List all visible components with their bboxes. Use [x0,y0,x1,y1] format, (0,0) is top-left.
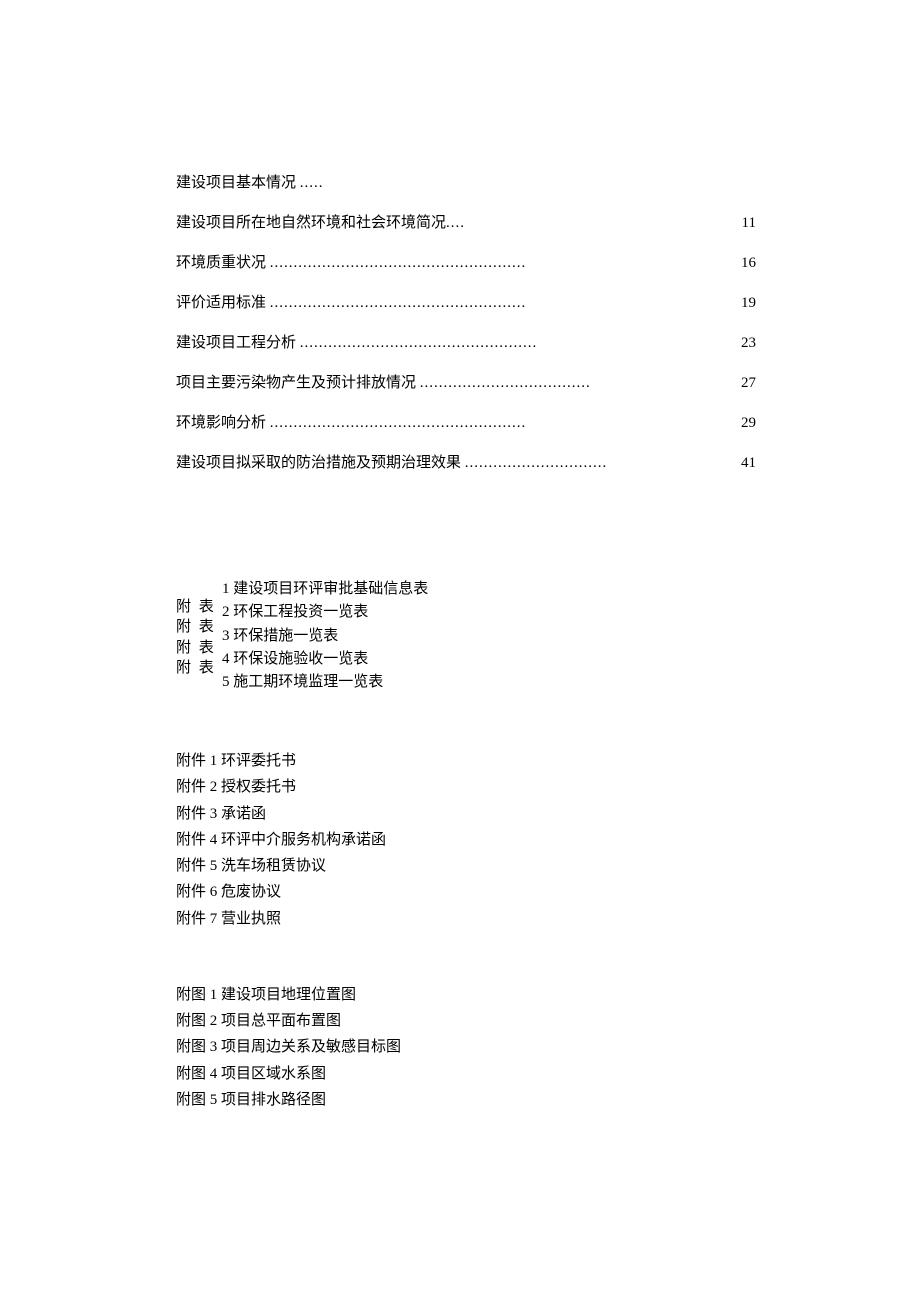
toc-dots: ..... [300,175,324,191]
appendix-table-item: 5 施工期环境监理一览表 [222,671,428,694]
figure-item: 附图 4 项目区域水系图 [176,1061,756,1087]
toc-title: 建设项目工程分析 [176,335,296,351]
toc-entry: 建设项目基本情况 ..... [176,173,756,194]
attachment-item: 附件 7 营业执照 [176,906,756,932]
toc-dots: .... [446,215,465,231]
toc-dots: ........................................… [300,335,538,351]
toc-page: 27 [737,373,756,394]
appendix-table-items: 1 建设项目环评审批基础信息表 2 环保工程投资一览表 3 环保措施一览表 4 … [222,578,428,694]
appendix-tables-section: 附 表 附 表 附 表 附 表 1 建设项目环评审批基础信息表 2 环保工程投资… [176,578,756,698]
toc-dots: .................................... [420,375,591,391]
toc-entry: 建设项目拟采取的防治措施及预期治理效果 ....................… [176,453,756,474]
toc-dots: ........................................… [270,415,527,431]
attachment-item: 附件 5 洗车场租赁协议 [176,853,756,879]
toc-title: 建设项目所在地自然环境和社会环境简况 [176,215,446,231]
figure-item: 附图 5 项目排水路径图 [176,1087,756,1113]
toc-page: 23 [737,333,756,354]
appendix-table-item: 4 环保设施验收一览表 [222,648,428,671]
toc-entry: 建设项目所在地自然环境和社会环境简况.... 11 [176,213,756,234]
attachments-section: 附件 1 环评委托书 附件 2 授权委托书 附件 3 承诺函 附件 4 环评中介… [176,748,756,932]
figure-item: 附图 3 项目周边关系及敏感目标图 [176,1034,756,1060]
appendix-table-item: 3 环保措施一览表 [222,625,428,648]
toc-entry: 建设项目工程分析 ...............................… [176,333,756,354]
appendix-table-label: 附 表 [176,638,216,658]
toc-entry: 环境质重状况 .................................… [176,253,756,274]
toc-title: 建设项目基本情况 [176,175,296,191]
toc-entry: 评价适用标准 .................................… [176,293,756,314]
appendix-table-item: 1 建设项目环评审批基础信息表 [222,578,428,601]
toc-page: 29 [737,413,756,434]
attachment-item: 附件 2 授权委托书 [176,774,756,800]
appendix-table-label: 附 表 [176,597,216,617]
toc-page: 11 [742,213,756,234]
appendix-table-label: 附 表 [176,617,216,637]
toc-page: 19 [737,293,756,314]
attachment-item: 附件 6 危废协议 [176,879,756,905]
toc-title: 评价适用标准 [176,295,266,311]
appendix-table-item: 2 环保工程投资一览表 [222,601,428,624]
toc-dots: .............................. [465,455,608,471]
figures-section: 附图 1 建设项目地理位置图 附图 2 项目总平面布置图 附图 3 项目周边关系… [176,982,756,1113]
toc-title: 建设项目拟采取的防治措施及预期治理效果 [176,455,461,471]
toc-entry: 环境影响分析 .................................… [176,413,756,434]
document-content: 建设项目基本情况 ..... 建设项目所在地自然环境和社会环境简况.... 11… [176,173,756,1163]
figure-item: 附图 2 项目总平面布置图 [176,1008,756,1034]
table-of-contents: 建设项目基本情况 ..... 建设项目所在地自然环境和社会环境简况.... 11… [176,173,756,474]
appendix-table-label: 附 表 [176,658,216,678]
toc-dots: ........................................… [270,255,527,271]
toc-title: 项目主要污染物产生及预计排放情况 [176,375,416,391]
toc-page: 41 [737,453,756,474]
toc-dots: ........................................… [270,295,527,311]
toc-entry: 项目主要污染物产生及预计排放情况 .......................… [176,373,756,394]
toc-page: 16 [737,253,756,274]
attachment-item: 附件 3 承诺函 [176,801,756,827]
toc-title: 环境影响分析 [176,415,266,431]
figure-item: 附图 1 建设项目地理位置图 [176,982,756,1008]
attachment-item: 附件 1 环评委托书 [176,748,756,774]
appendix-table-labels: 附 表 附 表 附 表 附 表 [176,597,216,678]
attachment-item: 附件 4 环评中介服务机构承诺函 [176,827,756,853]
toc-title: 环境质重状况 [176,255,266,271]
